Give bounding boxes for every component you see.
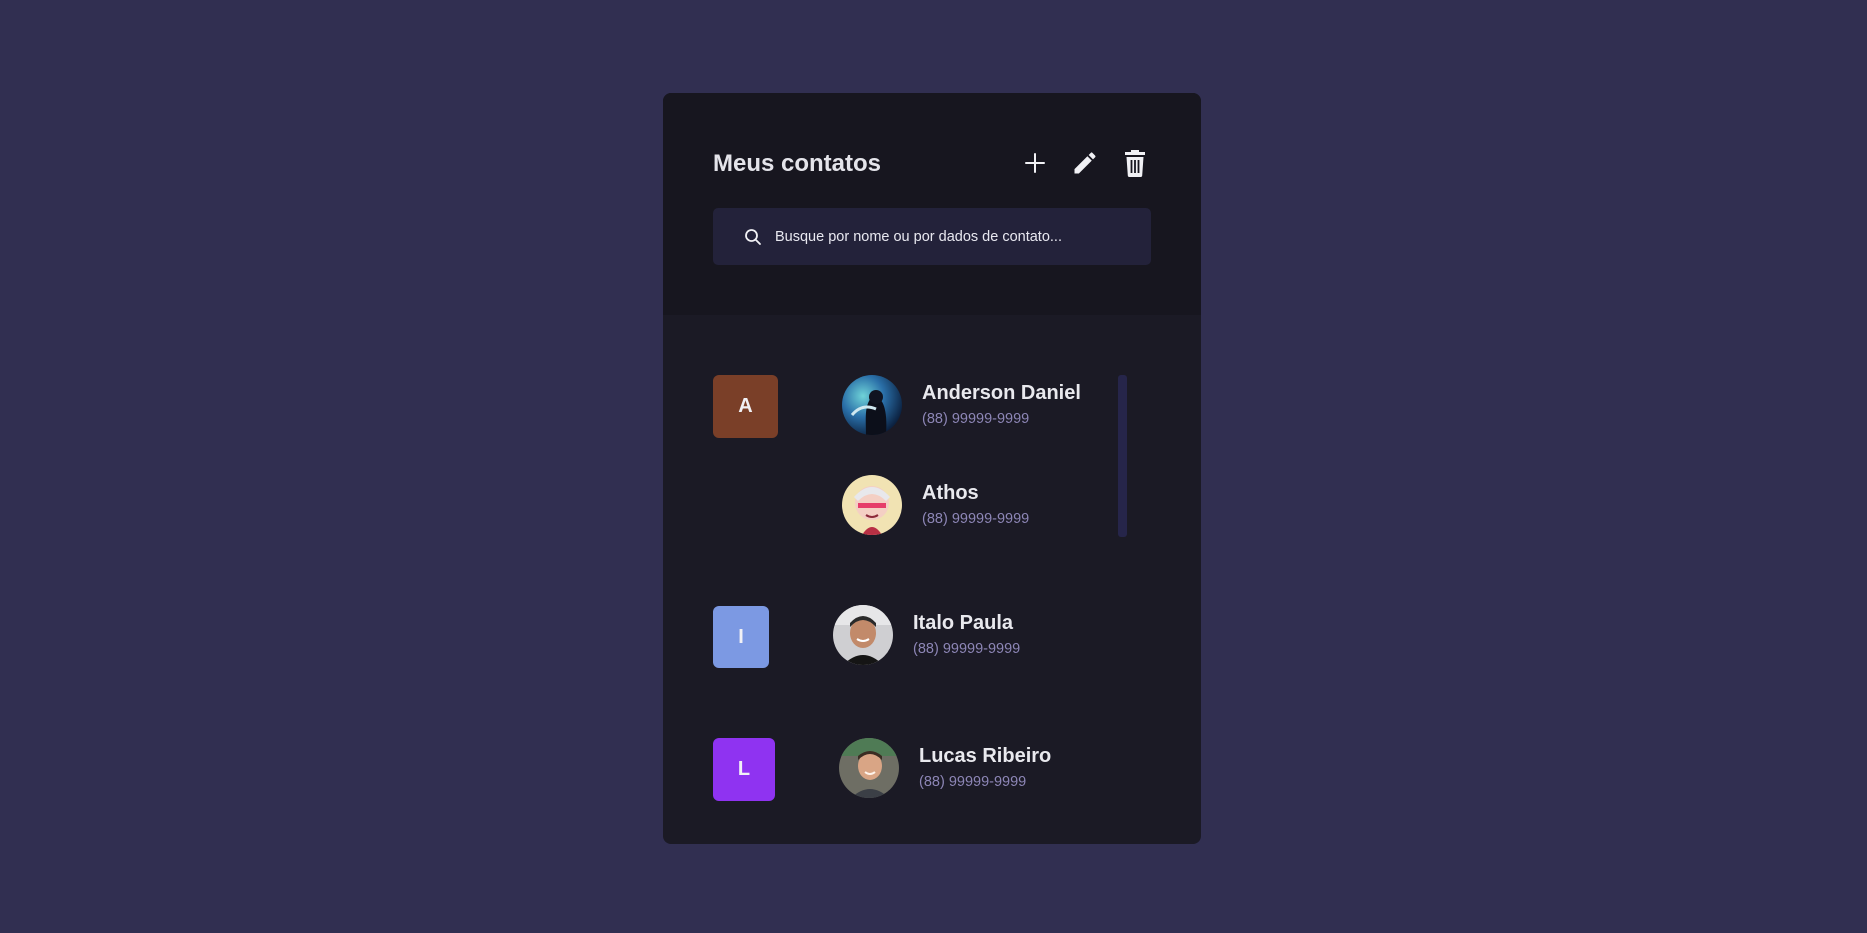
contact-name: Athos xyxy=(922,482,979,504)
contact-name: Italo Paula xyxy=(913,612,1014,634)
search-input[interactable] xyxy=(775,208,1135,265)
scrollbar[interactable] xyxy=(1118,375,1127,537)
page-title: Meus contatos xyxy=(713,150,882,177)
contact-item[interactable]: Athos (88) 99999-9999 xyxy=(842,475,1112,537)
contact-item[interactable]: Anderson Daniel (88) 99999-9999 xyxy=(842,375,1112,437)
group-letter-l: L xyxy=(713,738,775,801)
group-letter-a: A xyxy=(713,375,778,438)
plus-icon xyxy=(1025,153,1045,173)
contacts-card: Meus contatos Busque por nome ou por dad… xyxy=(663,93,1201,844)
pencil-icon xyxy=(1074,152,1096,174)
contact-phone: (88) 99999-9999 xyxy=(919,774,1027,790)
avatar xyxy=(839,738,899,798)
card-header: Meus contatos xyxy=(663,93,1201,315)
contact-item[interactable]: Italo Paula (88) 99999-9999 xyxy=(833,605,1103,667)
search-bar xyxy=(713,208,1151,265)
search-icon xyxy=(745,229,761,245)
edit-contact-button[interactable] xyxy=(1063,141,1107,185)
avatar xyxy=(833,605,893,665)
add-contact-button[interactable] xyxy=(1013,141,1057,185)
contact-name: Anderson Daniel xyxy=(922,382,1081,404)
avatar xyxy=(842,475,902,535)
contact-item[interactable]: Lucas Ribeiro (88) 99999-9999 xyxy=(839,738,1109,800)
contact-name: Lucas Ribeiro xyxy=(919,745,1052,767)
trash-icon xyxy=(1125,150,1145,177)
contact-phone: (88) 99999-9999 xyxy=(922,411,1030,427)
group-letter-i: I xyxy=(713,606,769,668)
header-actions xyxy=(1013,141,1163,185)
avatar xyxy=(842,375,902,435)
contact-phone: (88) 99999-9999 xyxy=(922,511,1030,527)
delete-contact-button[interactable] xyxy=(1113,141,1157,185)
contact-phone: (88) 99999-9999 xyxy=(913,641,1021,657)
